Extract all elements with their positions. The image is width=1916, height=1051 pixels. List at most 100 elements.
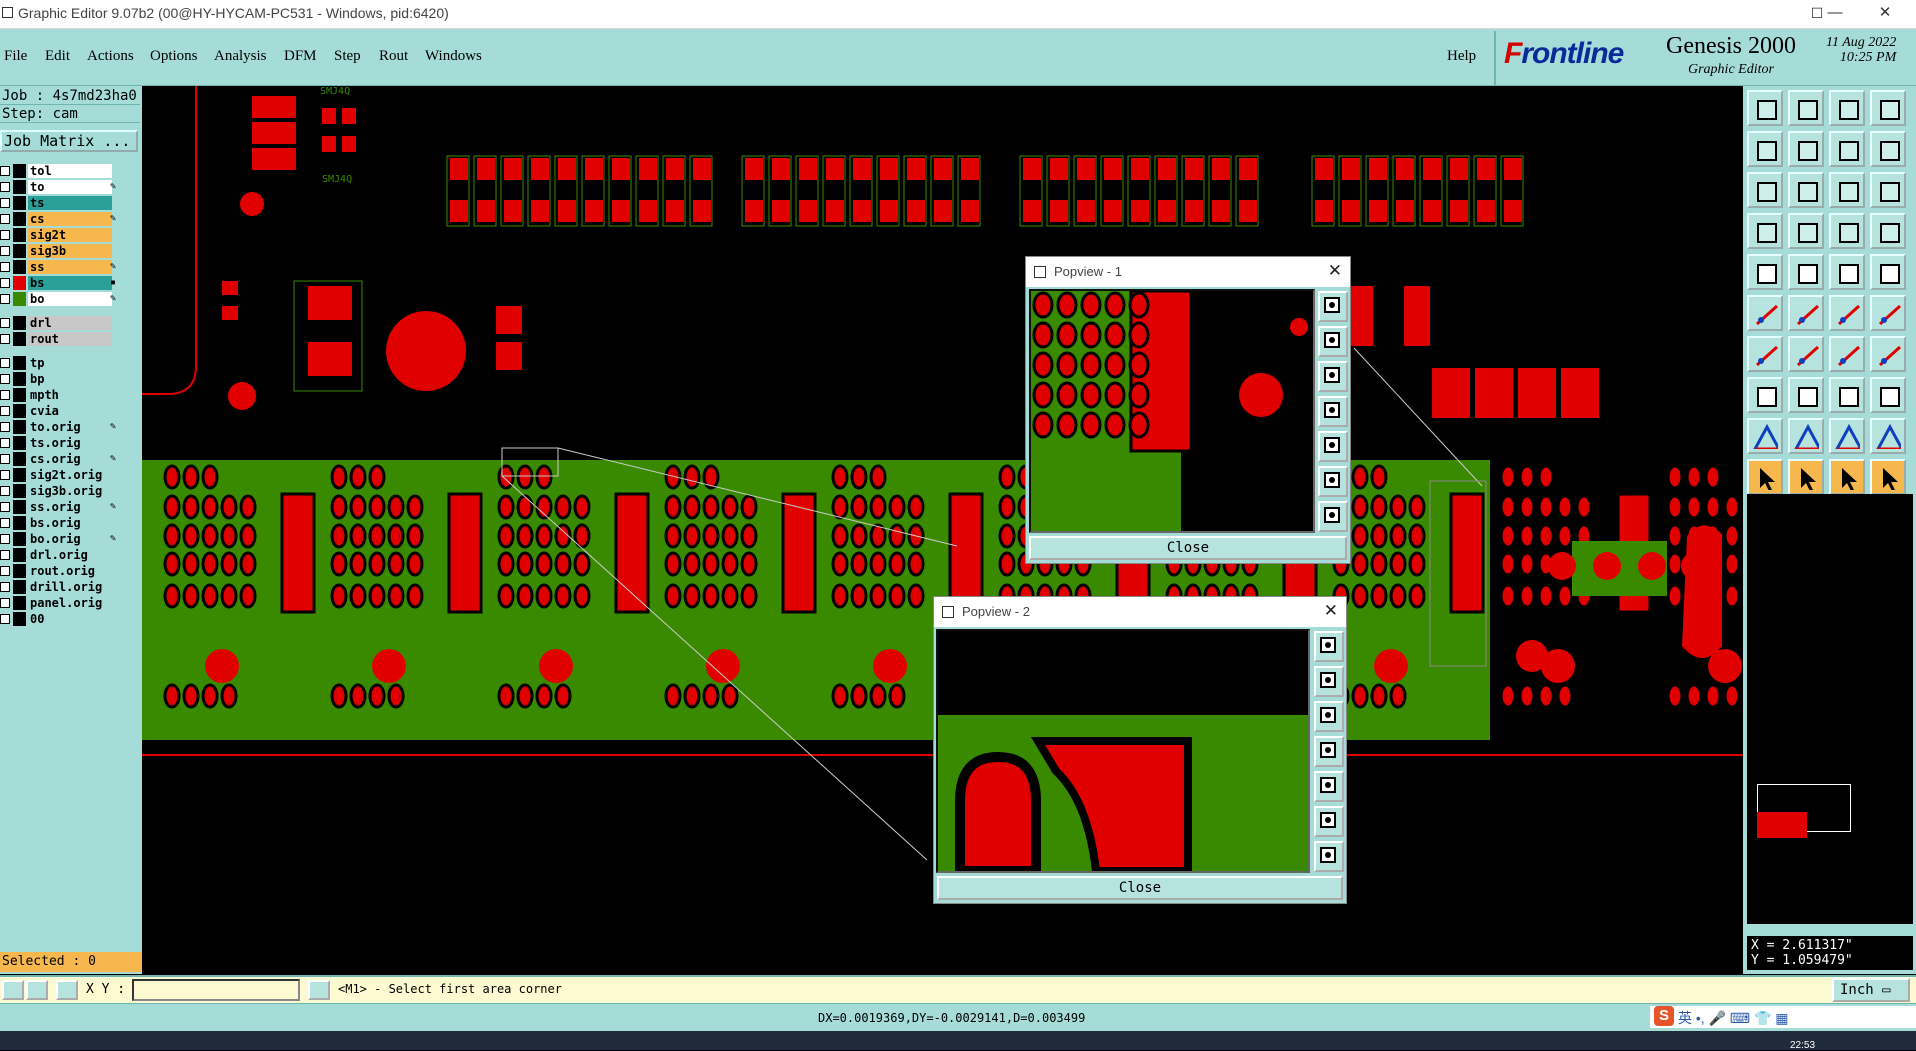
- layer-checkbox[interactable]: [0, 598, 10, 608]
- layer-row-sig2t-orig[interactable]: sig2t.orig: [0, 468, 118, 482]
- layer-name[interactable]: tp: [28, 356, 112, 370]
- layer-row-ss[interactable]: ss ✎: [0, 260, 118, 274]
- layer-checkbox[interactable]: [0, 214, 10, 224]
- layer-name[interactable]: to: [28, 180, 112, 194]
- cursor-c-icon[interactable]: [1829, 459, 1865, 495]
- layer-color-swatch[interactable]: [13, 532, 26, 546]
- menu-actions[interactable]: Actions: [87, 48, 134, 65]
- layer-color-swatch[interactable]: [13, 484, 26, 498]
- menu-help[interactable]: Help: [1447, 48, 1476, 65]
- layer-name[interactable]: sig2t: [28, 228, 112, 242]
- layer-checkbox[interactable]: [0, 262, 10, 272]
- cursor-a-icon[interactable]: [1747, 459, 1783, 495]
- layer-name[interactable]: cs.orig: [28, 452, 112, 466]
- layer-checkbox[interactable]: [0, 166, 10, 176]
- popview-1-close-button[interactable]: Close: [1029, 536, 1347, 560]
- fit-board-icon[interactable]: [1788, 172, 1824, 208]
- ime-tray[interactable]: S 英 •, 🎤 ⌨ 👕 ▦: [1650, 1006, 1916, 1028]
- layer-checkbox[interactable]: [0, 406, 10, 416]
- layer-checkbox[interactable]: [0, 182, 10, 192]
- close-window-button[interactable]: ✕: [1860, 0, 1910, 28]
- layer-row-drl[interactable]: drl: [0, 316, 118, 330]
- layer-checkbox[interactable]: [0, 390, 10, 400]
- job-matrix-button[interactable]: Job Matrix ...: [0, 130, 138, 152]
- popview-pan-right-icon[interactable]: [1314, 771, 1344, 802]
- layer-color-swatch[interactable]: [13, 292, 26, 306]
- layer-checkbox[interactable]: [0, 470, 10, 480]
- layer-row-panel-orig[interactable]: panel.orig: [0, 596, 118, 610]
- layer-name[interactable]: cvia: [28, 404, 112, 418]
- layer-color-swatch[interactable]: [13, 596, 26, 610]
- popview-2-window[interactable]: Popview - 2 ✕ Close: [933, 596, 1347, 904]
- menu-step[interactable]: Step: [334, 48, 361, 65]
- ime-toolbar[interactable]: 英 •, 🎤 ⌨ 👕 ▦: [1678, 1008, 1789, 1028]
- layer-row-rout[interactable]: rout: [0, 332, 118, 346]
- layer-row-cs-orig[interactable]: cs.orig ✎: [0, 452, 118, 466]
- layer-checkbox[interactable]: [0, 358, 10, 368]
- maximize-button[interactable]: ☐: [1794, 0, 1840, 28]
- layer-color-swatch[interactable]: [13, 612, 26, 626]
- popview-1-view[interactable]: [1029, 289, 1315, 533]
- popview-2-close-button[interactable]: Close: [937, 876, 1343, 900]
- cursor-b-icon[interactable]: [1788, 459, 1824, 495]
- layer-checkbox[interactable]: [0, 230, 10, 240]
- popview-zoom-in-icon[interactable]: [1318, 291, 1348, 322]
- layer-color-swatch[interactable]: [13, 564, 26, 578]
- popview-zoom-in-icon[interactable]: [1314, 631, 1344, 662]
- layer-checkbox[interactable]: [0, 582, 10, 592]
- layer-color-swatch[interactable]: [13, 468, 26, 482]
- layer-name[interactable]: bs.orig: [28, 516, 112, 530]
- layer-a-icon[interactable]: [1829, 213, 1865, 249]
- layer-color-swatch[interactable]: [13, 436, 26, 450]
- popview-1-title-bar[interactable]: Popview - 1 ✕: [1026, 257, 1350, 287]
- diag-line-icon[interactable]: [1788, 336, 1824, 372]
- cursor-d-icon[interactable]: [1870, 459, 1906, 495]
- layer-row-bp[interactable]: bp: [0, 372, 118, 386]
- popview-2-close-icon[interactable]: ✕: [1324, 601, 1338, 621]
- layer-name[interactable]: drl: [28, 316, 112, 330]
- layer-row-rout-orig[interactable]: rout.orig: [0, 564, 118, 578]
- layer-name[interactable]: panel.orig: [28, 596, 112, 610]
- cross-select-icon[interactable]: [1788, 295, 1824, 331]
- layer-row-ts-orig[interactable]: ts.orig: [0, 436, 118, 450]
- layer-row-ss-orig[interactable]: ss.orig ✎: [0, 500, 118, 514]
- popview-pan-right-icon[interactable]: [1318, 431, 1348, 462]
- layer-name[interactable]: bp: [28, 372, 112, 386]
- layer-row-bs-orig[interactable]: bs.orig: [0, 516, 118, 530]
- layer-row-ts[interactable]: ts: [0, 196, 118, 210]
- layer-name[interactable]: rout.orig: [28, 564, 112, 578]
- grid-icon[interactable]: [56, 980, 78, 1000]
- layer-name[interactable]: rout: [28, 332, 112, 346]
- layer-row-bo-orig[interactable]: bo.orig ✎: [0, 532, 118, 546]
- layer-row-tp[interactable]: tp: [0, 356, 118, 370]
- layer-row-mpth[interactable]: mpth: [0, 388, 118, 402]
- layer-color-swatch[interactable]: [13, 404, 26, 418]
- layer-name[interactable]: bs: [28, 276, 112, 290]
- layer-checkbox[interactable]: [0, 550, 10, 560]
- pan-back-icon[interactable]: [1829, 131, 1865, 167]
- help-icon[interactable]: [1870, 172, 1906, 208]
- layer-color-swatch[interactable]: [13, 260, 26, 274]
- layer-row-00[interactable]: 00: [0, 612, 118, 626]
- xy-input[interactable]: [132, 979, 300, 1001]
- target-icon[interactable]: [1870, 254, 1906, 290]
- layer-color-swatch[interactable]: [13, 548, 26, 562]
- layer-home-icon[interactable]: [1829, 90, 1865, 126]
- layer-color-swatch[interactable]: [13, 316, 26, 330]
- layer-color-swatch[interactable]: [13, 332, 26, 346]
- menu-windows[interactable]: Windows: [425, 48, 482, 65]
- layer-name[interactable]: ss: [28, 260, 112, 274]
- layer-name[interactable]: to.orig: [28, 420, 112, 434]
- layer-checkbox[interactable]: [0, 454, 10, 464]
- popview-fit-icon[interactable]: [1318, 466, 1348, 497]
- sogou-ime-icon[interactable]: S: [1654, 1006, 1674, 1026]
- zoom-in-page-icon[interactable]: [1870, 90, 1906, 126]
- layer-row-cs[interactable]: cs ✎: [0, 212, 118, 226]
- layer-row-tol[interactable]: tol: [0, 164, 118, 178]
- popview-2-title-bar[interactable]: Popview - 2 ✕: [934, 597, 1346, 627]
- layer-row-bs[interactable]: bs ▪: [0, 276, 118, 290]
- popview-home-icon[interactable]: [1314, 841, 1344, 872]
- layer-color-swatch[interactable]: [13, 452, 26, 466]
- info-icon[interactable]: [308, 980, 330, 1000]
- popview-fit-icon[interactable]: [1314, 806, 1344, 837]
